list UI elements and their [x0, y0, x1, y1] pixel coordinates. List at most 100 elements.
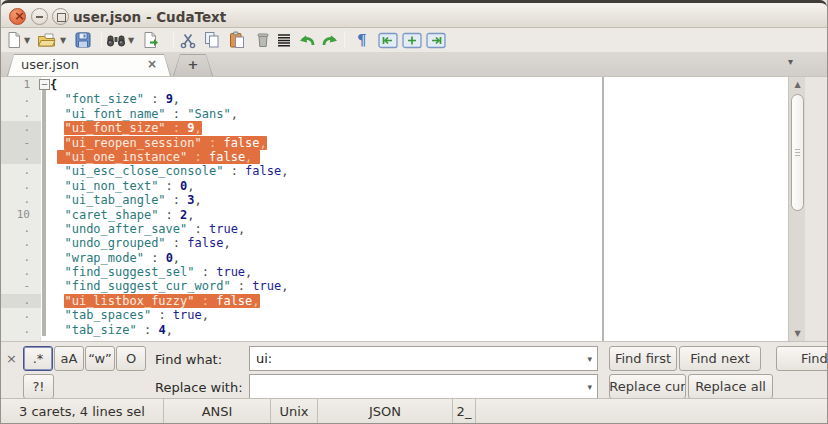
code-line[interactable]: - "ui_reopen_session" : false, [1, 136, 602, 150]
unfold-right-icon[interactable] [426, 29, 446, 51]
find-option-case[interactable]: aA [54, 346, 84, 371]
new-file-icon[interactable] [5, 29, 23, 51]
delete-icon[interactable] [254, 29, 272, 51]
find-option-confirm[interactable]: ?! [23, 374, 54, 399]
gutter-cell: . [1, 121, 41, 135]
toolbar-separator [101, 31, 102, 48]
copy-icon[interactable] [203, 29, 221, 51]
pilcrow-toggle-icon[interactable]: ¶ [357, 29, 367, 51]
editor-pane[interactable]: 1–{. "font_size" : 9,. "ui_font_name" : … [1, 77, 602, 341]
tab-list-menu-icon[interactable]: ▾ [788, 56, 793, 67]
gutter-cell: - [1, 279, 41, 293]
fold-block-icon[interactable] [402, 29, 422, 51]
gutter-cell: - [1, 136, 41, 150]
gutter-cell: . [1, 164, 41, 178]
code-text: "ui_tab_angle" : 3, [50, 193, 602, 207]
title-bar[interactable]: user.json - CudaText [1, 0, 827, 28]
status-cell-lexer[interactable]: JSON [318, 399, 453, 424]
code-text: "ui_non_text" : 0, [50, 179, 602, 193]
code-line[interactable]: . "ui_esc_close_console" : false, [1, 164, 602, 178]
code-line[interactable]: . "font_size" : 9, [1, 92, 602, 106]
find-option-words[interactable]: “w” [85, 346, 115, 371]
code-line[interactable]: . "tab_spaces" : true, [1, 308, 602, 322]
status-cell-extra[interactable] [476, 399, 828, 424]
secondary-pane[interactable] [604, 77, 788, 341]
fold-minus-icon[interactable]: – [39, 79, 50, 90]
gutter-cell: . [1, 179, 41, 193]
code-line[interactable]: 10 "caret_shape" : 2, [1, 208, 602, 222]
unfold-left-icon[interactable] [378, 29, 398, 51]
scroll-up-icon[interactable]: ▲ [791, 80, 804, 89]
cut-icon[interactable] [179, 29, 197, 51]
new-file-menu-icon[interactable]: ▼ [24, 29, 30, 51]
cudatext-window: user.json - CudaText ▼ ▼ ▼ ¶ user.json × + … [0, 0, 828, 424]
new-tab-button[interactable]: + [173, 54, 213, 76]
code-text: "ui_font_name" : "Sans", [50, 107, 602, 121]
status-cell-encoding[interactable]: ANSI [164, 399, 271, 424]
scroll-down-icon[interactable]: ▼ [791, 329, 804, 338]
tab-close-icon[interactable]: × [147, 57, 157, 71]
code-line[interactable]: . "undo_grouped" : false, [1, 236, 602, 250]
find-option-preserve[interactable]: O [116, 346, 146, 371]
code-line[interactable]: 1–{ [1, 78, 602, 92]
code-text: { [50, 78, 602, 92]
open-file-icon[interactable] [37, 29, 57, 51]
code-text: "wrap_mode" : 0, [50, 251, 602, 265]
status-cell-tabsize[interactable]: 2_ [453, 399, 476, 424]
find-menu-icon[interactable]: ▼ [128, 29, 134, 51]
gutter-cell: . [1, 251, 41, 265]
code-line[interactable]: . "find_suggest_sel" : true, [1, 265, 602, 279]
select-all-icon[interactable] [275, 29, 293, 51]
tab-bar: user.json × + ▾ [1, 52, 827, 76]
code-line[interactable]: . "ui_font_name" : "Sans", [1, 107, 602, 121]
replace-dropdown-icon[interactable]: ▾ [587, 382, 592, 392]
redo-icon[interactable] [320, 29, 340, 51]
tab-user-json[interactable]: user.json × [7, 54, 171, 76]
save-file-icon[interactable] [74, 29, 92, 51]
code-line[interactable]: . "ui_listbox_fuzzy" : false, [1, 294, 602, 308]
find-next-button[interactable]: Find next [679, 346, 761, 371]
code-text: "ui_one_instance" : false, [50, 150, 602, 164]
replace-input[interactable]: ▾ [249, 374, 598, 399]
code-line[interactable]: . "ui_non_text" : 0, [1, 179, 602, 193]
vertical-scrollbar[interactable]: ▲ ▼ [788, 77, 805, 341]
find-input[interactable]: ui: ▾ [249, 346, 598, 371]
code-text: "ui_listbox_fuzzy" : false, [50, 294, 602, 308]
gutter-cell: . [1, 193, 41, 207]
status-cell-line-ends[interactable]: Unix [271, 399, 318, 424]
code-line[interactable]: . "tab_size" : 4, [1, 323, 602, 337]
window-close-button[interactable] [9, 8, 26, 25]
open-file-menu-icon[interactable]: ▼ [60, 29, 66, 51]
window-title: user.json - CudaText [73, 9, 226, 25]
code-line[interactable]: . "ui_tab_angle" : 3, [1, 193, 602, 207]
find-first-button[interactable]: Find first [609, 346, 677, 371]
status-cell-carets[interactable]: 3 carets, 4 lines sel [1, 399, 164, 424]
find-close-icon[interactable]: × [6, 351, 17, 366]
replace-all-button[interactable]: Replace all [688, 374, 773, 399]
run-tool-icon[interactable] [142, 29, 160, 51]
find-dropdown-icon[interactable]: ▾ [587, 354, 592, 364]
find-what-label: Find what: [155, 352, 222, 367]
find-dialog-icon[interactable] [106, 29, 126, 51]
code-line[interactable]: . "ui_font_size" : 9, [1, 121, 602, 135]
code-line[interactable]: . "undo_after_save" : true, [1, 222, 602, 236]
code-text: "tab_size" : 4, [50, 323, 602, 337]
replace-cur-button[interactable]: Replace cur [609, 374, 686, 399]
find-prev-button[interactable]: Find prev [776, 346, 828, 371]
undo-icon[interactable] [297, 29, 317, 51]
code-line[interactable]: . "ui_one_instance" : false, [1, 150, 602, 164]
code-lines[interactable]: 1–{. "font_size" : 9,. "ui_font_name" : … [1, 78, 602, 337]
code-text: "undo_grouped" : false, [50, 236, 602, 250]
find-option-regex[interactable]: .* [23, 346, 53, 371]
paste-icon[interactable] [228, 29, 246, 51]
gutter-cell: . [1, 323, 41, 337]
gutter-cell: . [1, 92, 41, 106]
gutter-cell: . [1, 222, 41, 236]
code-line[interactable]: - "find_suggest_cur_word" : true, [1, 279, 602, 293]
scrollbar-thumb[interactable] [791, 94, 804, 211]
window-minimize-button[interactable] [31, 8, 48, 25]
gutter-cell: . [1, 107, 41, 121]
code-line[interactable]: . "wrap_mode" : 0, [1, 251, 602, 265]
gutter-cell: . [1, 308, 41, 322]
window-maximize-button[interactable] [52, 8, 69, 25]
